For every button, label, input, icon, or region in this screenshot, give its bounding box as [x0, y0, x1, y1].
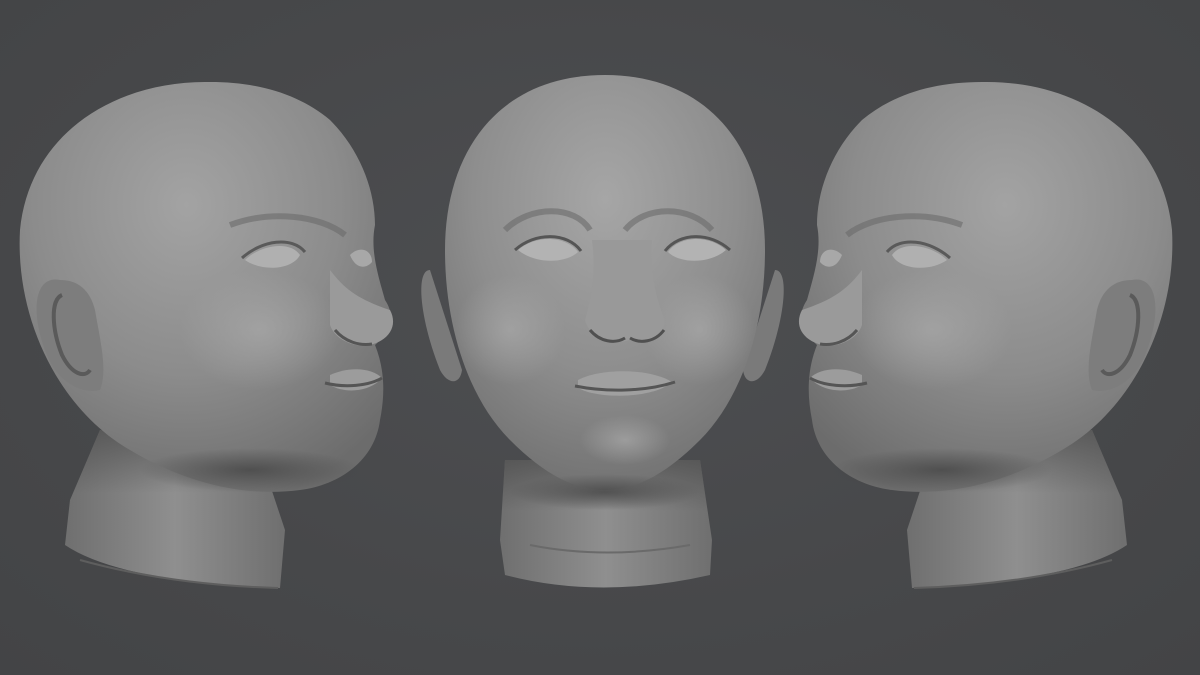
head-sculpt-turnaround: [19, 75, 1173, 589]
head-front-view: [421, 75, 784, 588]
head-right-three-quarter-view: [798, 81, 1173, 589]
head-left-three-quarter-view: [19, 81, 394, 589]
sculpt-render-viewport: [0, 0, 1200, 675]
